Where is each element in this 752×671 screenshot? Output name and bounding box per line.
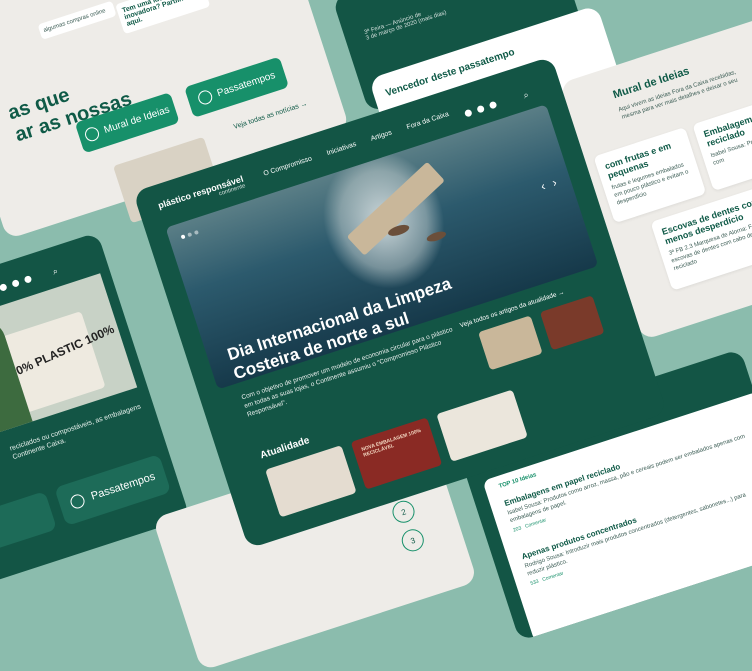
passatempos-icon — [68, 492, 87, 511]
news-link[interactable]: Veja todas as notícias → — [233, 100, 308, 130]
news-link-label: Veja todas as notícias — [232, 103, 300, 131]
tab-top10[interactable]: TOP 10 Ideias — [498, 472, 537, 490]
facebook-icon[interactable] — [463, 108, 473, 118]
twitter-icon[interactable] — [23, 274, 33, 284]
passatempos-button[interactable]: Passatempos — [54, 454, 172, 527]
carousel-dots[interactable] — [180, 229, 199, 240]
article-thumb[interactable] — [478, 315, 543, 371]
nav-artigos[interactable]: Artigos — [370, 129, 393, 142]
idea-card[interactable]: Embalagem reciclado Isabel Sousa: Produt… — [692, 96, 752, 192]
article-thumb[interactable] — [539, 295, 605, 351]
rank-2[interactable]: 2 — [389, 497, 418, 526]
facebook-icon[interactable] — [0, 283, 8, 292]
carousel-arrows: ‹ › — [539, 175, 559, 193]
passatempos-label: Passatempos — [89, 470, 157, 503]
next-arrow-icon[interactable]: › — [550, 175, 558, 190]
nav-fora-da-caixa[interactable]: Fora da Caixa — [406, 111, 450, 131]
rank-3[interactable]: 3 — [398, 526, 427, 555]
article-thumb[interactable] — [265, 445, 357, 518]
left-button[interactable] — [0, 491, 58, 554]
tile-caption: NOVA EMBALAGEM 100% RECICLÁVEL — [360, 427, 422, 459]
nav-iniciativas[interactable]: Iniciativas — [326, 141, 357, 157]
search-icon[interactable]: ⌕ — [51, 266, 59, 277]
search-icon[interactable]: ⌕ — [522, 89, 530, 100]
prev-arrow-icon[interactable]: ‹ — [539, 179, 547, 194]
snippet-card: algumas compras online — [37, 0, 117, 40]
idea-prompt[interactable]: Tem uma ideia inovadora? Partilhe-a aqui… — [115, 0, 211, 35]
vote-count[interactable]: 203 — [512, 526, 522, 534]
nav-compromisso[interactable]: O Compromisso — [263, 155, 313, 177]
vote-count[interactable]: 533 — [530, 579, 540, 587]
instagram-icon[interactable] — [476, 104, 486, 114]
passatempos-icon — [196, 88, 214, 107]
mural-icon — [83, 125, 101, 144]
article-thumb[interactable] — [436, 389, 528, 462]
article-thumb[interactable]: NOVA EMBALAGEM 100% RECICLÁVEL — [350, 417, 443, 490]
passatempos-label: Passatempos — [215, 69, 277, 99]
instagram-icon[interactable] — [11, 279, 21, 288]
twitter-icon[interactable] — [488, 100, 498, 110]
passatempos-button[interactable]: Passatempos — [184, 56, 290, 118]
